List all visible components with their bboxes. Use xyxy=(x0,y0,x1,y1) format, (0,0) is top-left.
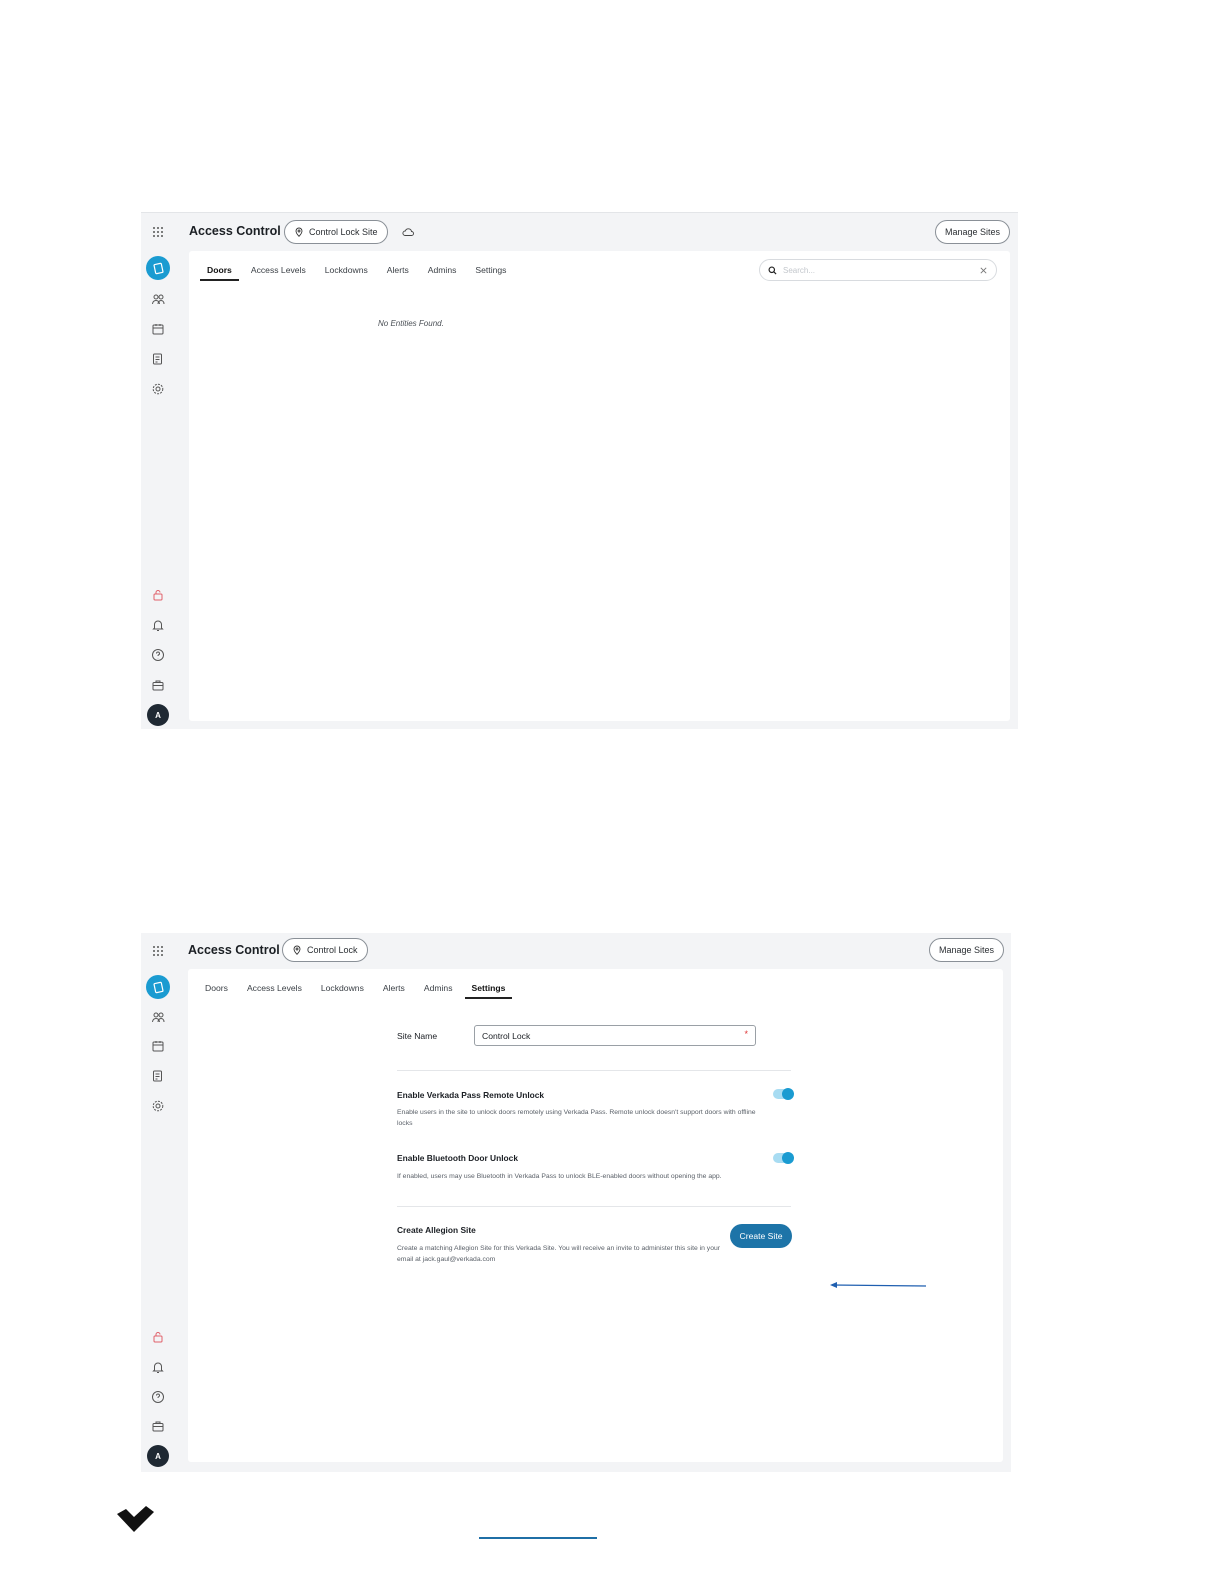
allegion-description: Create a matching Allegion Site for this… xyxy=(397,1245,721,1263)
tab-bar: Doors Access Levels Lockdowns Alerts Adm… xyxy=(205,983,524,999)
remote-unlock-toggle[interactable] xyxy=(773,1088,794,1100)
site-selector-label: Control Lock Site xyxy=(309,227,378,237)
remote-unlock-description: Enable users in the site to unlock doors… xyxy=(397,1109,756,1127)
settings-gear-icon[interactable] xyxy=(141,378,175,400)
bluetooth-unlock-description: If enabled, users may use Bluetooth in V… xyxy=(397,1173,722,1180)
site-selector[interactable]: Control Lock Site xyxy=(284,220,388,244)
sidebar-rail: A xyxy=(141,933,175,1472)
create-site-button[interactable]: Create Site xyxy=(730,1224,792,1248)
site-selector[interactable]: Control Lock xyxy=(282,938,368,962)
bell-icon[interactable] xyxy=(141,614,175,636)
help-icon[interactable] xyxy=(141,1386,175,1408)
tab-lockdowns[interactable]: Lockdowns xyxy=(321,983,364,999)
site-name-value: Control Lock xyxy=(482,1030,531,1041)
bluetooth-unlock-title: Enable Bluetooth Door Unlock xyxy=(397,1153,518,1163)
location-pin-icon xyxy=(295,227,303,237)
tab-admins[interactable]: Admins xyxy=(428,265,457,281)
bell-icon[interactable] xyxy=(141,1356,175,1378)
annotation-arrow xyxy=(830,1282,927,1288)
users-icon[interactable] xyxy=(141,1006,175,1028)
page-title: Access Control xyxy=(188,943,280,957)
lock-icon[interactable] xyxy=(141,1326,175,1348)
divider xyxy=(397,1206,791,1207)
footer-underline xyxy=(479,1537,597,1539)
verkada-logo xyxy=(117,1506,154,1532)
site-name-label: Site Name xyxy=(397,1031,438,1041)
cloud-icon[interactable] xyxy=(402,227,414,237)
close-icon[interactable] xyxy=(979,266,988,275)
divider xyxy=(397,1070,791,1071)
tab-access-levels[interactable]: Access Levels xyxy=(251,265,306,281)
content-panel: Doors Access Levels Lockdowns Alerts Adm… xyxy=(189,251,1010,721)
required-marker: * xyxy=(744,1029,748,1039)
tab-alerts[interactable]: Alerts xyxy=(383,983,405,999)
avatar[interactable]: A xyxy=(141,704,175,726)
settings-gear-icon[interactable] xyxy=(141,1095,175,1117)
tab-doors[interactable]: Doors xyxy=(200,265,239,281)
access-control-icon[interactable] xyxy=(141,256,175,280)
avatar[interactable]: A xyxy=(141,1445,175,1467)
access-control-icon[interactable] xyxy=(141,975,175,999)
manage-sites-button[interactable]: Manage Sites xyxy=(929,938,1005,962)
site-selector-label: Control Lock xyxy=(307,945,358,955)
apps-grid-icon[interactable] xyxy=(141,221,175,243)
tab-admins[interactable]: Admins xyxy=(424,983,453,999)
reports-icon[interactable] xyxy=(141,348,175,370)
users-icon[interactable] xyxy=(141,288,175,310)
tab-settings[interactable]: Settings xyxy=(475,265,506,281)
manage-sites-button[interactable]: Manage Sites xyxy=(935,220,1011,244)
remote-unlock-title: Enable Verkada Pass Remote Unlock xyxy=(397,1090,545,1100)
reports-icon[interactable] xyxy=(141,1065,175,1087)
tab-bar: Doors Access Levels Lockdowns Alerts Adm… xyxy=(200,265,525,281)
screenshot-settings: A Access Control Control Lock Manage Sit… xyxy=(141,933,1011,1472)
briefcase-icon[interactable] xyxy=(141,674,175,696)
bluetooth-unlock-toggle[interactable] xyxy=(773,1152,794,1164)
empty-state-message: No Entities Found. xyxy=(378,319,444,328)
lock-icon[interactable] xyxy=(141,584,175,606)
search-box[interactable]: Search... xyxy=(759,259,997,281)
calendar-icon[interactable] xyxy=(141,1035,175,1057)
tab-settings[interactable]: Settings xyxy=(464,983,513,999)
screenshot-doors: A Access Control Control Lock Site Manag… xyxy=(141,212,1018,729)
apps-grid-icon[interactable] xyxy=(141,940,175,962)
tab-access-levels[interactable]: Access Levels xyxy=(247,983,302,999)
manage-sites-label: Manage Sites xyxy=(945,227,1001,237)
site-name-field[interactable]: Control Lock * xyxy=(474,1025,756,1046)
content-panel: Doors Access Levels Lockdowns Alerts Adm… xyxy=(188,969,1003,1462)
tab-lockdowns[interactable]: Lockdowns xyxy=(325,265,368,281)
tab-alerts[interactable]: Alerts xyxy=(387,265,409,281)
tab-doors[interactable]: Doors xyxy=(205,983,228,999)
allegion-title: Create Allegion Site xyxy=(397,1225,476,1235)
page-title: Access Control xyxy=(189,224,281,238)
help-icon[interactable] xyxy=(141,644,175,666)
briefcase-icon[interactable] xyxy=(141,1415,175,1437)
search-icon xyxy=(768,265,777,275)
location-pin-icon xyxy=(293,945,301,955)
manage-sites-label: Manage Sites xyxy=(939,945,995,955)
search-input[interactable]: Search... xyxy=(783,266,973,275)
calendar-icon[interactable] xyxy=(141,318,175,340)
sidebar-rail: A xyxy=(141,213,175,729)
